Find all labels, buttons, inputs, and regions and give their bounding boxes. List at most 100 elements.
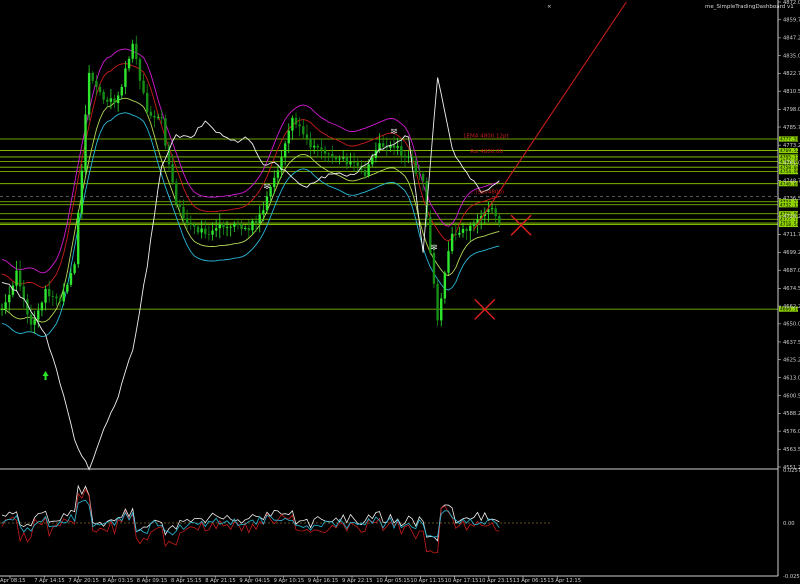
y-tick-label: 4822.75: [783, 71, 800, 77]
candle-body: [352, 161, 356, 163]
candle-body: [312, 145, 316, 148]
chart-annotation: 1EMA 4800.12pt: [463, 134, 509, 140]
candle-body: [84, 114, 87, 171]
y-tick-label: 4785.75: [783, 125, 800, 131]
candle-body: [490, 208, 494, 210]
candle-body: [185, 218, 189, 224]
candle-body: [160, 117, 163, 119]
candle-body: [247, 227, 251, 231]
y-tick-label: 4576.00: [783, 429, 800, 435]
y-tick-label: 4761.00: [783, 161, 800, 167]
candle-body: [447, 251, 450, 273]
x-tick-label: 8 Apr 21:15: [205, 578, 236, 584]
candle-body: [138, 59, 142, 81]
candle-body: [331, 153, 334, 158]
candle-body: [338, 158, 341, 160]
candle-body: [418, 173, 421, 175]
candle-body: [66, 284, 69, 292]
trading-chart[interactable]: 4777.504769.524765.124762.004758.044754.…: [0, 0, 800, 584]
candle-body: [131, 43, 134, 59]
candle-body: [15, 270, 18, 286]
candle-body: [55, 296, 58, 299]
candle-body: [244, 227, 247, 229]
candle-body: [298, 124, 301, 127]
candle-body: [182, 206, 185, 219]
candle-body: [214, 228, 218, 231]
level-tag-label: 4777.50: [780, 137, 800, 143]
y-tick-label: 4748.75: [783, 178, 800, 184]
candle-body: [196, 226, 200, 233]
candle-body: [171, 164, 174, 183]
candle-body: [8, 294, 11, 303]
y-tick-label: 4699.25: [783, 250, 800, 256]
candle-body: [283, 143, 287, 158]
candle-body: [240, 224, 243, 229]
candle-body: [440, 298, 443, 321]
y-tick-label: 4810.50: [783, 89, 800, 95]
candle-body: [164, 118, 167, 146]
chart-annotation: Rsi 4800.00: [470, 149, 503, 155]
close-icon[interactable]: ×: [547, 4, 552, 10]
candle-body: [392, 145, 396, 148]
candle-body: [200, 228, 203, 233]
y-tick-label: 4588.25: [783, 411, 800, 417]
candle-body: [207, 234, 211, 236]
candle-body: [113, 98, 116, 103]
candle-body: [153, 115, 156, 118]
candle-body: [18, 270, 22, 287]
candle-body: [371, 157, 374, 165]
candle-body: [146, 92, 149, 112]
candle-body: [222, 224, 225, 228]
level-tag-label: 4718.56: [780, 222, 800, 228]
candle-body: [461, 228, 465, 233]
y-tick-label: 4551.25: [783, 465, 800, 471]
candle-body: [229, 226, 232, 228]
candle-body: [4, 302, 7, 310]
candle-body: [316, 145, 320, 148]
candle-body: [156, 117, 160, 118]
candle-body: [69, 273, 73, 285]
candle-body: [233, 223, 236, 227]
candle-body: [291, 117, 294, 131]
candle-body: [106, 99, 109, 102]
candle-body: [403, 155, 407, 158]
y-tick-label: 4600.50: [783, 393, 800, 399]
x-tick-label: 10 Apr 05:15: [376, 578, 410, 584]
candle-body: [236, 223, 240, 225]
x-tick-label: 9 Apr 10:15: [274, 578, 305, 584]
y-tick-label: 4687.00: [783, 268, 800, 274]
indicator-title: me_SimpleTradingDashboard v1: [705, 4, 794, 10]
candle-body: [149, 111, 153, 116]
y-tick-label: 4625.25: [783, 358, 800, 364]
candle-body: [396, 146, 399, 148]
candle-body: [454, 233, 457, 235]
candle-body: [309, 138, 312, 148]
candle-body: [429, 217, 432, 253]
y-tick-label: 4711.75: [783, 232, 800, 238]
y-tick-label: 4650.00: [783, 322, 800, 328]
candle-body: [494, 208, 497, 217]
x-tick-label: 13 Apr 06:15: [513, 578, 547, 584]
candle-body: [95, 80, 98, 88]
candle-body: [251, 220, 254, 231]
candle-body: [40, 302, 44, 311]
candle-body: [273, 177, 276, 188]
candle-body: [320, 147, 323, 150]
candle-body: [218, 224, 221, 229]
y-tick-label: 4724.25: [783, 214, 800, 220]
candle-body: [142, 80, 145, 93]
candle-body: [349, 161, 352, 165]
candle-body: [469, 225, 472, 231]
candle-body: [472, 223, 476, 226]
candle-body: [51, 296, 55, 298]
candle-body: [254, 220, 258, 223]
x-tick-label: 9 Apr 16:15: [308, 578, 339, 584]
candle-body: [102, 92, 105, 100]
y-tick-label: 4563.50: [783, 447, 800, 453]
candle-body: [29, 314, 33, 325]
candle-body: [363, 169, 367, 176]
candle-body: [334, 157, 338, 160]
candle-body: [323, 149, 327, 154]
x-tick-label: 10 Apr 17:15: [445, 578, 479, 584]
candle-body: [120, 86, 123, 96]
